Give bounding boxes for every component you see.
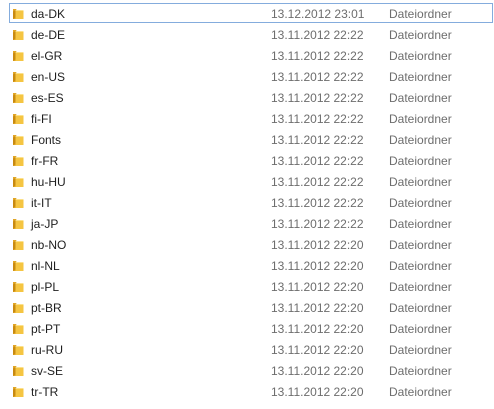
date-modified: 13.11.2012 22:20	[271, 364, 364, 378]
file-name: fi-FI	[31, 112, 52, 126]
file-row[interactable]: de-DE 13.11.2012 22:22 Dateiordner	[9, 24, 493, 44]
date-modified: 13.11.2012 22:22	[271, 49, 364, 63]
file-name: it-IT	[31, 196, 52, 210]
date-modified: 13.11.2012 22:20	[271, 259, 364, 273]
folder-icon	[12, 385, 24, 398]
file-type: Dateiordner	[389, 217, 452, 231]
file-type: Dateiordner	[389, 91, 452, 105]
folder-icon	[12, 175, 24, 188]
file-name: sv-SE	[31, 364, 64, 378]
file-row[interactable]: ru-RU 13.11.2012 22:20 Dateiordner	[9, 339, 493, 359]
date-modified: 13.11.2012 22:22	[271, 175, 364, 189]
folder-icon	[12, 364, 24, 377]
file-name: tr-TR	[31, 385, 59, 399]
file-name: en-US	[31, 70, 66, 84]
file-type: Dateiordner	[389, 343, 452, 357]
file-name: nl-NL	[31, 259, 60, 273]
folder-icon	[12, 91, 24, 104]
file-type: Dateiordner	[389, 133, 452, 147]
date-modified: 13.11.2012 22:20	[271, 280, 364, 294]
date-modified: 13.11.2012 22:22	[271, 70, 364, 84]
file-name: fr-FR	[31, 154, 59, 168]
folder-icon	[12, 259, 24, 272]
file-row[interactable]: nl-NL 13.11.2012 22:20 Dateiordner	[9, 255, 493, 275]
file-name: de-DE	[31, 28, 66, 42]
file-name: hu-HU	[31, 175, 66, 189]
date-modified: 13.11.2012 22:22	[271, 91, 364, 105]
date-modified: 13.11.2012 22:22	[271, 196, 364, 210]
folder-icon	[12, 154, 24, 167]
file-row[interactable]: hu-HU 13.11.2012 22:22 Dateiordner	[9, 171, 493, 191]
file-name: ru-RU	[31, 343, 63, 357]
folder-icon	[12, 112, 24, 125]
file-row[interactable]: en-US 13.11.2012 22:22 Dateiordner	[9, 66, 493, 86]
folder-icon	[12, 217, 24, 230]
file-type: Dateiordner	[389, 7, 452, 21]
file-type: Dateiordner	[389, 112, 452, 126]
date-modified: 13.11.2012 22:20	[271, 322, 364, 336]
file-name: nb-NO	[31, 238, 67, 252]
file-row[interactable]: pl-PL 13.11.2012 22:20 Dateiordner	[9, 276, 493, 296]
date-modified: 13.11.2012 22:20	[271, 385, 364, 399]
file-row[interactable]: fr-FR 13.11.2012 22:22 Dateiordner	[9, 150, 493, 170]
file-type: Dateiordner	[389, 259, 452, 273]
file-row[interactable]: nb-NO 13.11.2012 22:20 Dateiordner	[9, 234, 493, 254]
file-type: Dateiordner	[389, 322, 452, 336]
file-row[interactable]: tr-TR 13.11.2012 22:20 Dateiordner	[9, 381, 493, 401]
file-type: Dateiordner	[389, 385, 452, 399]
folder-icon	[12, 280, 24, 293]
file-row[interactable]: ja-JP 13.11.2012 22:22 Dateiordner	[9, 213, 493, 233]
file-type: Dateiordner	[389, 280, 452, 294]
file-name: Fonts	[31, 133, 62, 147]
file-name: pt-PT	[31, 322, 61, 336]
file-type: Dateiordner	[389, 154, 452, 168]
file-row[interactable]: it-IT 13.11.2012 22:22 Dateiordner	[9, 192, 493, 212]
folder-icon	[12, 28, 24, 41]
folder-icon	[12, 70, 24, 83]
file-row[interactable]: el-GR 13.11.2012 22:22 Dateiordner	[9, 45, 493, 65]
folder-icon	[12, 343, 24, 356]
file-row[interactable]: pt-PT 13.11.2012 22:20 Dateiordner	[9, 318, 493, 338]
date-modified: 13.11.2012 22:20	[271, 343, 364, 357]
folder-icon	[12, 133, 24, 146]
folder-icon	[12, 196, 24, 209]
folder-icon	[12, 49, 24, 62]
file-type: Dateiordner	[389, 49, 452, 63]
date-modified: 13.11.2012 22:20	[271, 301, 364, 315]
file-row[interactable]: es-ES 13.11.2012 22:22 Dateiordner	[9, 87, 493, 107]
folder-icon	[12, 7, 24, 20]
date-modified: 13.12.2012 23:01	[271, 7, 365, 21]
file-name: el-GR	[31, 49, 63, 63]
file-type: Dateiordner	[389, 28, 452, 42]
file-type: Dateiordner	[389, 175, 452, 189]
date-modified: 13.11.2012 22:22	[271, 154, 364, 168]
file-type: Dateiordner	[389, 196, 452, 210]
file-type: Dateiordner	[389, 301, 452, 315]
file-row[interactable]: fi-FI 13.11.2012 22:22 Dateiordner	[9, 108, 493, 128]
file-row[interactable]: Fonts 13.11.2012 22:22 Dateiordner	[9, 129, 493, 149]
file-name: es-ES	[31, 91, 64, 105]
date-modified: 13.11.2012 22:22	[271, 112, 364, 126]
date-modified: 13.11.2012 22:22	[271, 133, 364, 147]
date-modified: 13.11.2012 22:20	[271, 238, 364, 252]
file-list: da-DK 13.12.2012 23:01 Dateiordner de-DE 13.…	[0, 0, 494, 409]
file-type: Dateiordner	[389, 364, 452, 378]
file-row[interactable]: da-DK 13.12.2012 23:01 Dateiordner	[9, 3, 493, 23]
date-modified: 13.11.2012 22:22	[271, 28, 364, 42]
date-modified: 13.11.2012 22:22	[271, 217, 364, 231]
file-row[interactable]: pt-BR 13.11.2012 22:20 Dateiordner	[9, 297, 493, 317]
file-name: ja-JP	[31, 217, 59, 231]
folder-icon	[12, 322, 24, 335]
file-name: pl-PL	[31, 280, 60, 294]
file-type: Dateiordner	[389, 238, 452, 252]
file-row[interactable]: sv-SE 13.11.2012 22:20 Dateiordner	[9, 360, 493, 380]
folder-icon	[12, 238, 24, 251]
file-name: da-DK	[31, 7, 66, 21]
folder-icon	[12, 301, 24, 314]
file-name: pt-BR	[31, 301, 62, 315]
file-type: Dateiordner	[389, 70, 452, 84]
